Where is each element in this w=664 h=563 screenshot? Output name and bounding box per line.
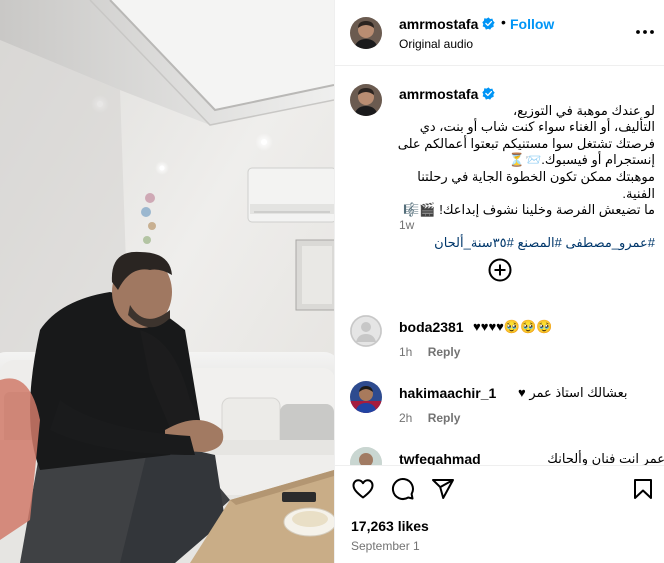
post-details-panel: amrmostafa • Follow Original audio amrmo… bbox=[334, 0, 664, 563]
more-options-icon[interactable] bbox=[635, 28, 655, 36]
bookmark-icon[interactable] bbox=[631, 477, 655, 501]
comment-time[interactable]: 2h bbox=[399, 411, 412, 425]
comment-text: ♥♥♥♥🥹🥹🥹 bbox=[473, 319, 553, 334]
comment-text: بعشالك استاذ عمر ♥ bbox=[518, 385, 628, 400]
verified-badge-icon bbox=[482, 17, 495, 30]
instagram-post-view: amrmostafa • Follow Original audio amrmo… bbox=[0, 0, 664, 563]
caption-hashtags[interactable]: #عمرو_مصطفى #المصنع #٣٥سنة_ألحان bbox=[434, 235, 655, 250]
share-icon[interactable] bbox=[431, 477, 455, 501]
caption-body: لو عندك موهبة في التوزيع، التأليف، أو ال… bbox=[397, 102, 655, 218]
post-header: amrmostafa • Follow Original audio bbox=[335, 0, 664, 66]
heart-icon[interactable] bbox=[351, 477, 375, 501]
caption-author-avatar[interactable] bbox=[350, 84, 382, 116]
header-separator: • bbox=[501, 14, 506, 30]
comment-time[interactable]: 1h bbox=[399, 345, 412, 359]
commenter-avatar[interactable] bbox=[350, 381, 382, 413]
comment-icon[interactable] bbox=[391, 477, 415, 501]
comment-item: hakimaachir_1 بعشالك استاذ عمر ♥ 2h Repl… bbox=[335, 379, 664, 435]
comment-meta: 1h Reply bbox=[399, 345, 460, 359]
caption-timestamp[interactable]: 1w bbox=[399, 218, 414, 232]
author-username[interactable]: amrmostafa bbox=[399, 16, 478, 32]
post-actions-bar: 17,263 likes September 1 bbox=[335, 465, 664, 563]
reply-button[interactable]: Reply bbox=[428, 411, 461, 425]
caption-text: لو عندك موهبة في التوزيع، التأليف، أو ال… bbox=[393, 86, 655, 252]
commenter-username[interactable]: boda2381 bbox=[399, 319, 464, 335]
original-audio-link[interactable]: Original audio bbox=[399, 37, 473, 51]
comment-meta: 2h Reply bbox=[399, 411, 460, 425]
likes-count[interactable]: 17,263 likes bbox=[351, 518, 429, 534]
follow-button[interactable]: Follow bbox=[510, 16, 554, 32]
commenter-username[interactable]: hakimaachir_1 bbox=[399, 385, 496, 401]
comment-item: boda2381 ♥♥♥♥🥹🥹🥹 1h Reply bbox=[335, 313, 664, 369]
commenter-avatar[interactable] bbox=[350, 315, 382, 347]
add-comment-icon[interactable] bbox=[488, 258, 512, 282]
author-avatar[interactable] bbox=[350, 17, 382, 49]
post-date[interactable]: September 1 bbox=[351, 539, 420, 553]
post-media[interactable] bbox=[0, 0, 334, 563]
reply-button[interactable]: Reply bbox=[428, 345, 461, 359]
post-photo bbox=[0, 0, 334, 563]
